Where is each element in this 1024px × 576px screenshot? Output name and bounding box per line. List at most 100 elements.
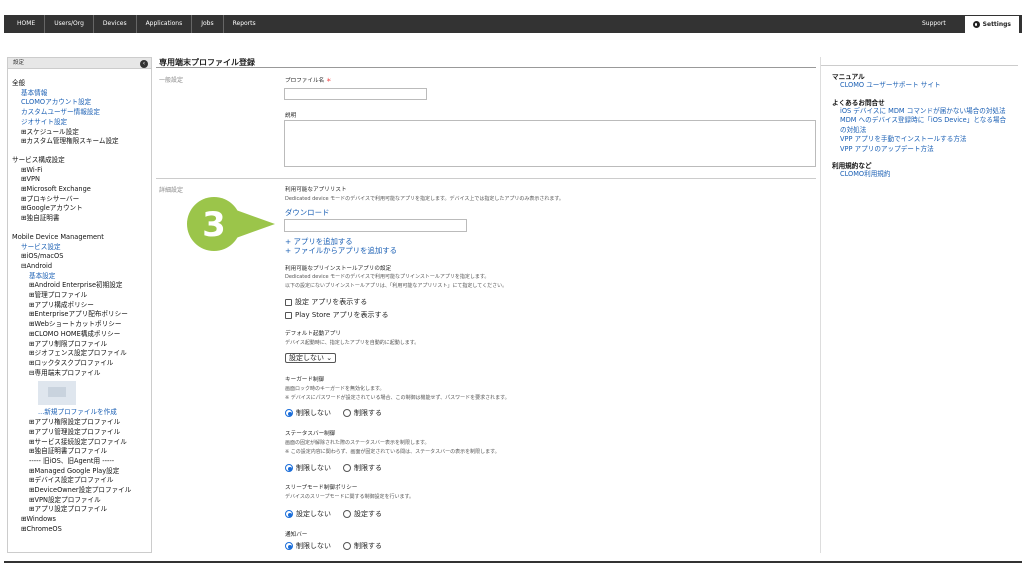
- sidebar-item[interactable]: ⊞ジオフェンス設定プロファイル: [12, 349, 151, 359]
- sleep-desc: デバイスのスリープモードに関する制御設定を行います。: [285, 494, 415, 500]
- settings-app-checkbox-row[interactable]: 設定 アプリを表示する: [285, 297, 367, 307]
- gear-icon: [972, 21, 980, 28]
- preinstall-desc-2: 以下の設定にないプリインストールアプリは、「利用可能なアプリリスト」にて指定して…: [285, 283, 508, 289]
- sidebar-item[interactable]: カスタムユーザー情報設定: [12, 108, 151, 118]
- faq-link-1[interactable]: iOS デバイスに MDM コマンドが届かない場合の対処法: [840, 107, 1012, 117]
- sidebar-item[interactable]: ⊟Android: [12, 262, 151, 272]
- sidebar-item[interactable]: ⊞ロックタスクプロファイル: [12, 359, 151, 369]
- sidebar-item[interactable]: ⊞アプリ構成ポリシー: [12, 301, 151, 311]
- keyguard-radio-norestrict[interactable]: [285, 409, 293, 417]
- sleep-label: スリープモード制御ポリシー: [285, 485, 358, 491]
- playstore-checkbox[interactable]: [285, 311, 292, 319]
- sidebar-item[interactable]: ⊞管理プロファイル: [12, 291, 151, 301]
- terms-link[interactable]: CLOMO利用規約: [840, 170, 1018, 180]
- sidebar-item[interactable]: ⊞Wi-Fi: [12, 166, 151, 176]
- sidebar-item[interactable]: サービス設定: [12, 243, 151, 253]
- notify-label: 通知バー: [285, 532, 308, 538]
- nav-devices[interactable]: Devices: [94, 15, 137, 33]
- sidebar-item[interactable]: ⊞DeviceOwner設定プロファイル: [12, 486, 151, 496]
- add-app-file-link[interactable]: + ファイルからアプリを追加する: [285, 245, 397, 256]
- notify-radio-restrict[interactable]: [343, 542, 351, 550]
- notify-norestrict-label: 制限しない: [296, 542, 331, 550]
- description-textarea[interactable]: [284, 120, 816, 167]
- nav-applications[interactable]: Applications: [137, 15, 193, 33]
- sidebar-item[interactable]: ⊞デバイス設定プロファイル: [12, 476, 151, 486]
- sidebar-item[interactable]: ⊞Webショートカットポリシー: [12, 320, 151, 330]
- sidebar-item[interactable]: ⊞アプリ権限設定プロファイル: [12, 418, 151, 428]
- nav-home[interactable]: HOME: [4, 15, 46, 33]
- statusbar-radio-restrict[interactable]: [343, 464, 351, 472]
- sidebar-item[interactable]: ⊟専用端末プロファイル: [12, 369, 151, 379]
- sidebar-item[interactable]: ⊞カスタム管理権限スキーム設定: [12, 137, 151, 147]
- nav-settings-label: Settings: [982, 20, 1011, 28]
- nav-users-org[interactable]: Users/Org: [45, 15, 94, 33]
- nav-reports[interactable]: Reports: [224, 15, 265, 33]
- section-general-label: 一般設定: [159, 77, 184, 84]
- sidebar-item[interactable]: ジオサイト設定: [12, 118, 151, 128]
- sidebar-tree: 全般 基本情報 CLOMOアカウント設定 カスタムユーザー情報設定 ジオサイト設定 ⊞スケ…: [8, 69, 151, 535]
- sidebar-item[interactable]: ⊞ChromeOS: [12, 525, 151, 535]
- default-launch-select[interactable]: 設定しない ⌄: [285, 353, 337, 363]
- sidebar-item[interactable]: ⊞スケジュール設定: [12, 128, 151, 138]
- sleep-radio-set[interactable]: [343, 510, 351, 518]
- sidebar-item[interactable]: ⊞Managed Google Play設定: [12, 467, 151, 477]
- callout-step-3: 3: [187, 197, 275, 251]
- sidebar-item[interactable]: ⊞VPN設定プロファイル: [12, 496, 151, 506]
- sidebar-item[interactable]: ⊞Googleアカウント: [12, 204, 151, 214]
- default-launch-desc: デバイス起動時に、指定したアプリを自動的に起動します。: [285, 340, 420, 346]
- main-content: 専用端末プロファイル登録 一般設定 プロファイル名 ＊ 説明 詳細設定 利用可能…: [156, 57, 816, 550]
- sidebar-item: [12, 147, 151, 156]
- playstore-checkbox-row[interactable]: Play Store アプリを表示する: [285, 310, 389, 320]
- sidebar-item: Mobile Device Management: [12, 232, 104, 241]
- statusbar-radio-norestrict[interactable]: [285, 464, 293, 472]
- manual-link[interactable]: CLOMO ユーザーサポート サイト: [840, 81, 1018, 91]
- keyguard-radio-restrict[interactable]: [343, 409, 351, 417]
- keyguard-restrict-label: 制限する: [354, 409, 382, 417]
- sidebar-item[interactable]: ⊞Android Enterprise初期設定: [12, 281, 151, 291]
- sidebar-item[interactable]: ⊞Windows: [12, 515, 151, 525]
- nav-support[interactable]: Support: [904, 15, 964, 33]
- sidebar-item[interactable]: ⊞VPN: [12, 175, 151, 185]
- sidebar-item[interactable]: ⊞サービス接続設定プロファイル: [12, 438, 151, 448]
- sidebar-item[interactable]: 基本情報: [12, 89, 151, 99]
- redacted-profile-entry: [38, 381, 76, 406]
- sidebar-item[interactable]: ⊞Enterpriseアプリ配布ポリシー: [12, 310, 151, 320]
- required-mark: ＊: [325, 78, 332, 84]
- sidebar-item[interactable]: ...新規プロファイルを作成: [12, 408, 151, 418]
- profile-name-input[interactable]: [284, 88, 427, 100]
- nav-settings-tab[interactable]: Settings: [963, 15, 1020, 33]
- sidebar-item[interactable]: 基本設定: [12, 272, 151, 282]
- statusbar-radio-group: 制限しない 制限する: [285, 463, 382, 473]
- collapse-icon[interactable]: ‹: [140, 59, 148, 68]
- top-bar: HOME Users/Org Devices Applications Jobs…: [0, 0, 1024, 33]
- nav-jobs[interactable]: Jobs: [192, 15, 224, 33]
- callout-pointer: [236, 210, 275, 238]
- faq-link-2[interactable]: MDM へのデバイス登録時に「iOS Device」となる場合の対処法: [840, 116, 1012, 135]
- sidebar-item[interactable]: CLOMOアカウント設定: [12, 98, 151, 108]
- sidebar-item[interactable]: ⊞iOS/macOS: [12, 252, 151, 262]
- sidebar-item: [12, 224, 151, 233]
- sidebar-item[interactable]: ⊞独自証明書: [12, 214, 151, 224]
- sidebar-item[interactable]: ⊞CLOMO HOME構成ポリシー: [12, 330, 151, 340]
- sidebar-item[interactable]: ⊞プロキシサーバー: [12, 195, 151, 205]
- sidebar-header: 設定 ‹: [8, 58, 151, 69]
- settings-app-checkbox[interactable]: [285, 298, 292, 306]
- sidebar-item[interactable]: ----- 旧iOS、旧Agent用 -----: [12, 457, 151, 467]
- sidebar-item[interactable]: ⊞アプリ制限プロファイル: [12, 340, 151, 350]
- chevron-down-icon: ⌄: [326, 354, 333, 362]
- sidebar-item[interactable]: ⊞独自証明書プロファイル: [12, 447, 151, 457]
- notify-radio-norestrict[interactable]: [285, 542, 293, 550]
- sidebar-item[interactable]: ⊞アプリ設定プロファイル: [12, 505, 151, 515]
- faq-link-4[interactable]: VPP アプリのアップデート方法: [840, 145, 1018, 155]
- sleep-radio-noset[interactable]: [285, 510, 293, 518]
- sidebar-item[interactable]: ⊞Microsoft Exchange: [12, 185, 151, 195]
- faq-link-3[interactable]: VPP アプリを手動でインストールする方法: [840, 135, 1018, 145]
- app-input[interactable]: [284, 219, 467, 232]
- download-link[interactable]: ダウンロード: [285, 207, 329, 218]
- statusbar-desc-2: ※ この設定内容に関わらず、画面が固定されている間は、ステータスバーの表示を制限…: [285, 449, 500, 455]
- section-detail-label: 詳細設定: [159, 187, 184, 194]
- sidebar-item[interactable]: ⊞アプリ管理設定プロファイル: [12, 428, 151, 438]
- apps-list-desc: Dedicated device モードのデバイスで利用可能なアプリを指定します…: [285, 196, 564, 202]
- keyguard-label: キーガード制御: [285, 377, 325, 383]
- section-divider: [156, 178, 816, 179]
